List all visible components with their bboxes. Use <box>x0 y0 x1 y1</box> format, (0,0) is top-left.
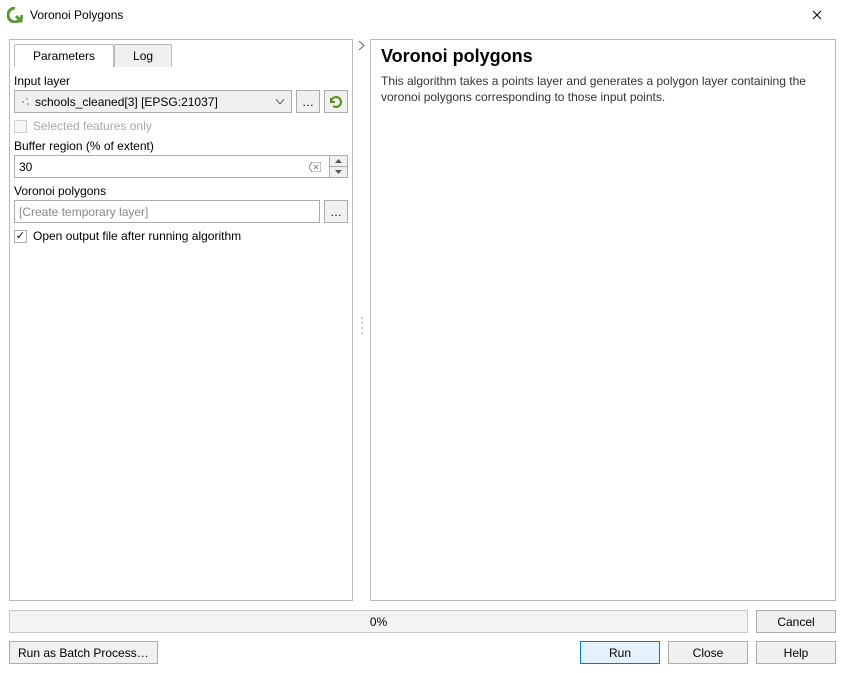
output-browse-button[interactable]: … <box>324 200 348 223</box>
parameters-panel: Parameters Log Input layer schools_clean… <box>9 39 353 601</box>
qgis-app-icon <box>6 6 24 24</box>
chevron-up-icon <box>335 159 342 163</box>
dialog-bottom: 0% Cancel Run as Batch Process… Run Clos… <box>0 601 845 673</box>
run-batch-button[interactable]: Run as Batch Process… <box>9 641 158 664</box>
spin-up-button[interactable] <box>330 156 347 167</box>
window-title: Voronoi Polygons <box>30 8 797 22</box>
input-layer-label: Input layer <box>14 74 348 88</box>
clear-icon <box>309 162 321 172</box>
help-title: Voronoi polygons <box>381 46 825 67</box>
dialog-body: Parameters Log Input layer schools_clean… <box>0 30 845 601</box>
open-output-checkbox[interactable]: ✓ <box>14 230 27 243</box>
help-button[interactable]: Help <box>756 641 836 664</box>
progress-text: 0% <box>370 615 387 629</box>
buffer-region-label: Buffer region (% of extent) <box>14 139 348 153</box>
chevron-right-icon <box>358 41 365 50</box>
input-layer-browse-button[interactable]: … <box>296 90 320 113</box>
check-icon: ✓ <box>16 231 25 242</box>
input-layer-combo[interactable]: schools_cleaned[3] [EPSG:21037] <box>14 90 292 113</box>
progress-bar: 0% <box>9 610 748 633</box>
help-panel: Voronoi polygons This algorithm takes a … <box>370 39 836 601</box>
splitter-handle[interactable] <box>357 50 366 601</box>
help-body: This algorithm takes a points layer and … <box>381 73 825 105</box>
input-layer-value: schools_cleaned[3] [EPSG:21037] <box>33 95 273 109</box>
chevron-down-icon <box>273 99 287 105</box>
point-layer-icon <box>19 97 33 107</box>
dialog-window: Voronoi Polygons Parameters Log Input la… <box>0 0 845 673</box>
close-icon <box>812 10 822 20</box>
buffer-region-spinbox <box>14 155 348 178</box>
close-button[interactable]: Close <box>668 641 748 664</box>
selected-features-checkbox <box>14 120 27 133</box>
collapse-help-button[interactable] <box>357 39 366 50</box>
spin-down-button[interactable] <box>330 167 347 177</box>
input-layer-iterate-button[interactable] <box>324 90 348 113</box>
spin-buttons <box>329 156 347 177</box>
selected-features-label: Selected features only <box>33 119 152 133</box>
window-close-button[interactable] <box>797 1 837 29</box>
buffer-region-input[interactable] <box>14 155 348 178</box>
run-button[interactable]: Run <box>580 641 660 664</box>
splitter-column <box>357 39 366 601</box>
parameters-form: Input layer schools_cleaned[3] [EPSG:210… <box>10 68 352 600</box>
tab-bar: Parameters Log <box>10 40 352 67</box>
tab-log[interactable]: Log <box>114 44 172 67</box>
iterate-icon <box>328 94 344 110</box>
cancel-button[interactable]: Cancel <box>756 610 836 633</box>
output-layer-label: Voronoi polygons <box>14 184 348 198</box>
grip-icon <box>360 316 364 336</box>
chevron-down-icon <box>335 170 342 174</box>
titlebar: Voronoi Polygons <box>0 0 845 30</box>
clear-input-button[interactable] <box>306 156 324 177</box>
output-layer-input[interactable] <box>14 200 320 223</box>
tab-parameters[interactable]: Parameters <box>14 44 114 67</box>
open-output-label: Open output file after running algorithm <box>33 229 241 243</box>
